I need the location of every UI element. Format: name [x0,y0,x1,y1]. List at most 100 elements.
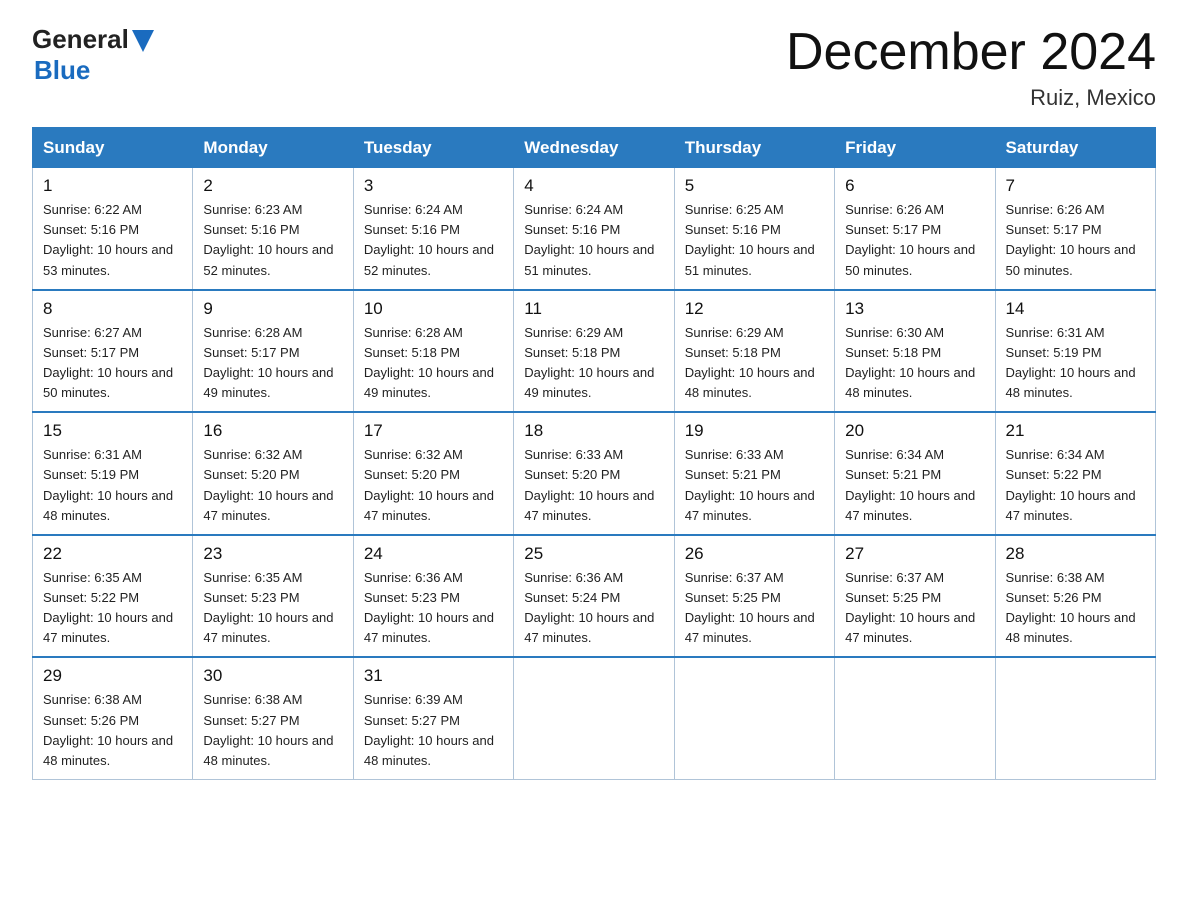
table-row: 6 Sunrise: 6:26 AMSunset: 5:17 PMDaylight… [835,167,995,290]
day-info: Sunrise: 6:34 AMSunset: 5:21 PMDaylight:… [845,445,984,526]
day-info: Sunrise: 6:26 AMSunset: 5:17 PMDaylight:… [1006,200,1145,281]
table-row: 24 Sunrise: 6:36 AMSunset: 5:23 PMDayligh… [353,535,513,658]
table-row: 31 Sunrise: 6:39 AMSunset: 5:27 PMDayligh… [353,657,513,779]
day-number: 15 [43,421,182,441]
col-tuesday: Tuesday [353,128,513,168]
table-row: 29 Sunrise: 6:38 AMSunset: 5:26 PMDayligh… [33,657,193,779]
day-number: 31 [364,666,503,686]
col-thursday: Thursday [674,128,834,168]
logo-general-text: General [32,24,129,55]
col-saturday: Saturday [995,128,1155,168]
day-info: Sunrise: 6:33 AMSunset: 5:21 PMDaylight:… [685,445,824,526]
day-info: Sunrise: 6:31 AMSunset: 5:19 PMDaylight:… [43,445,182,526]
day-number: 18 [524,421,663,441]
day-number: 11 [524,299,663,319]
day-info: Sunrise: 6:25 AMSunset: 5:16 PMDaylight:… [685,200,824,281]
day-info: Sunrise: 6:38 AMSunset: 5:26 PMDaylight:… [1006,568,1145,649]
table-row: 27 Sunrise: 6:37 AMSunset: 5:25 PMDayligh… [835,535,995,658]
table-row: 26 Sunrise: 6:37 AMSunset: 5:25 PMDayligh… [674,535,834,658]
day-number: 9 [203,299,342,319]
day-info: Sunrise: 6:32 AMSunset: 5:20 PMDaylight:… [203,445,342,526]
day-info: Sunrise: 6:35 AMSunset: 5:22 PMDaylight:… [43,568,182,649]
table-row: 7 Sunrise: 6:26 AMSunset: 5:17 PMDaylight… [995,167,1155,290]
month-title: December 2024 [786,24,1156,81]
table-row: 3 Sunrise: 6:24 AMSunset: 5:16 PMDaylight… [353,167,513,290]
table-row: 4 Sunrise: 6:24 AMSunset: 5:16 PMDaylight… [514,167,674,290]
table-row: 5Sunrise: 6:25 AMSunset: 5:16 PMDaylight… [674,167,834,290]
day-info: Sunrise: 6:37 AMSunset: 5:25 PMDaylight:… [845,568,984,649]
day-number: 3 [364,176,503,196]
day-number: 27 [845,544,984,564]
table-row: 19 Sunrise: 6:33 AMSunset: 5:21 PMDayligh… [674,412,834,535]
day-info: Sunrise: 6:29 AMSunset: 5:18 PMDaylight:… [685,323,824,404]
table-row [514,657,674,779]
day-info: Sunrise: 6:37 AMSunset: 5:25 PMDaylight:… [685,568,824,649]
day-number: 19 [685,421,824,441]
day-number: 30 [203,666,342,686]
day-number: 17 [364,421,503,441]
day-number: 26 [685,544,824,564]
table-row [674,657,834,779]
table-row: 2Sunrise: 6:23 AMSunset: 5:16 PMDaylight… [193,167,353,290]
day-info: Sunrise: 6:34 AMSunset: 5:22 PMDaylight:… [1006,445,1145,526]
day-info: Sunrise: 6:30 AMSunset: 5:18 PMDaylight:… [845,323,984,404]
location: Ruiz, Mexico [786,85,1156,111]
table-row: 8Sunrise: 6:27 AMSunset: 5:17 PMDaylight… [33,290,193,413]
day-info: Sunrise: 6:39 AMSunset: 5:27 PMDaylight:… [364,690,503,771]
table-row: 14Sunrise: 6:31 AMSunset: 5:19 PMDayligh… [995,290,1155,413]
calendar-week-row: 22Sunrise: 6:35 AMSunset: 5:22 PMDayligh… [33,535,1156,658]
day-info: Sunrise: 6:24 AMSunset: 5:16 PMDaylight:… [524,200,663,281]
day-number: 6 [845,176,984,196]
col-wednesday: Wednesday [514,128,674,168]
page-header: General Blue December 2024 Ruiz, Mexico [32,24,1156,111]
table-row: 18 Sunrise: 6:33 AMSunset: 5:20 PMDayligh… [514,412,674,535]
table-row: 25 Sunrise: 6:36 AMSunset: 5:24 PMDayligh… [514,535,674,658]
day-number: 12 [685,299,824,319]
day-info: Sunrise: 6:36 AMSunset: 5:24 PMDaylight:… [524,568,663,649]
table-row: 13 Sunrise: 6:30 AMSunset: 5:18 PMDayligh… [835,290,995,413]
day-number: 24 [364,544,503,564]
table-row: 16 Sunrise: 6:32 AMSunset: 5:20 PMDayligh… [193,412,353,535]
col-friday: Friday [835,128,995,168]
table-row: 21Sunrise: 6:34 AMSunset: 5:22 PMDayligh… [995,412,1155,535]
day-info: Sunrise: 6:22 AMSunset: 5:16 PMDaylight:… [43,200,182,281]
day-number: 13 [845,299,984,319]
title-area: December 2024 Ruiz, Mexico [786,24,1156,111]
day-number: 1 [43,176,182,196]
table-row: 9 Sunrise: 6:28 AMSunset: 5:17 PMDaylight… [193,290,353,413]
day-number: 20 [845,421,984,441]
calendar-week-row: 15 Sunrise: 6:31 AMSunset: 5:19 PMDayligh… [33,412,1156,535]
table-row: 15 Sunrise: 6:31 AMSunset: 5:19 PMDayligh… [33,412,193,535]
day-info: Sunrise: 6:23 AMSunset: 5:16 PMDaylight:… [203,200,342,281]
day-number: 8 [43,299,182,319]
day-number: 23 [203,544,342,564]
calendar-header-row: Sunday Monday Tuesday Wednesday Thursday… [33,128,1156,168]
day-number: 14 [1006,299,1145,319]
table-row: 23 Sunrise: 6:35 AMSunset: 5:23 PMDayligh… [193,535,353,658]
col-sunday: Sunday [33,128,193,168]
logo: General Blue [32,24,154,86]
day-info: Sunrise: 6:28 AMSunset: 5:17 PMDaylight:… [203,323,342,404]
day-info: Sunrise: 6:26 AMSunset: 5:17 PMDaylight:… [845,200,984,281]
day-info: Sunrise: 6:38 AMSunset: 5:27 PMDaylight:… [203,690,342,771]
day-info: Sunrise: 6:33 AMSunset: 5:20 PMDaylight:… [524,445,663,526]
table-row: 10Sunrise: 6:28 AMSunset: 5:18 PMDayligh… [353,290,513,413]
day-number: 29 [43,666,182,686]
day-number: 4 [524,176,663,196]
logo-blue-text: Blue [34,55,90,85]
table-row: 1 Sunrise: 6:22 AMSunset: 5:16 PMDaylight… [33,167,193,290]
day-info: Sunrise: 6:38 AMSunset: 5:26 PMDaylight:… [43,690,182,771]
calendar-week-row: 29 Sunrise: 6:38 AMSunset: 5:26 PMDayligh… [33,657,1156,779]
day-number: 7 [1006,176,1145,196]
day-number: 25 [524,544,663,564]
day-info: Sunrise: 6:36 AMSunset: 5:23 PMDaylight:… [364,568,503,649]
table-row: 28Sunrise: 6:38 AMSunset: 5:26 PMDayligh… [995,535,1155,658]
col-monday: Monday [193,128,353,168]
logo-triangle-icon [132,30,154,52]
table-row: 20 Sunrise: 6:34 AMSunset: 5:21 PMDayligh… [835,412,995,535]
day-info: Sunrise: 6:35 AMSunset: 5:23 PMDaylight:… [203,568,342,649]
day-number: 16 [203,421,342,441]
table-row [995,657,1155,779]
day-info: Sunrise: 6:24 AMSunset: 5:16 PMDaylight:… [364,200,503,281]
day-info: Sunrise: 6:29 AMSunset: 5:18 PMDaylight:… [524,323,663,404]
